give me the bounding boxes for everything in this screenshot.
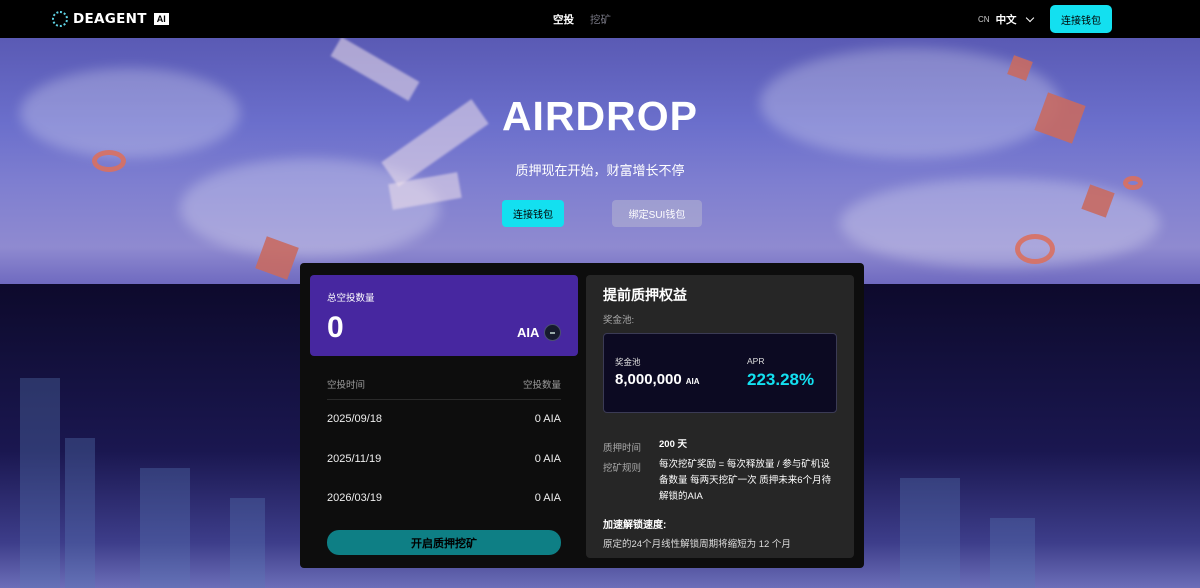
- pool-key: 奖金池: [615, 357, 641, 367]
- mining-rule-key: 挖矿规则: [603, 463, 642, 474]
- building: [990, 518, 1035, 588]
- stake-time-value: 200 天: [659, 439, 687, 450]
- col-airdrop-amount: 空投数量: [522, 380, 561, 391]
- total-airdrop-card: 总空投数量 0 AIA: [310, 275, 578, 356]
- logo-badge: AI: [153, 13, 169, 25]
- token-icon: [544, 324, 561, 341]
- row-amount: 0 AIA: [534, 492, 561, 504]
- chevron-down-icon: [1025, 13, 1034, 22]
- hero-bird: [330, 38, 420, 102]
- mining-rule-value: 每次挖矿奖励 = 每次释放量 / 参与矿机设备数量 每两天挖矿一次 质押未来6个…: [659, 459, 832, 502]
- table-divider: [327, 399, 561, 400]
- building: [20, 378, 60, 588]
- benefits-title: 提前质押权益: [603, 287, 687, 303]
- main-nav: 空投 挖矿: [553, 12, 611, 27]
- start-staking-button[interactable]: 开启质押挖矿: [327, 530, 561, 555]
- nav-mining[interactable]: 挖矿: [590, 12, 611, 27]
- logo-mark-icon: [52, 11, 68, 27]
- accelerate-text: 原定的24个月线性解锁周期将缩短为 12 个月: [603, 539, 791, 550]
- building: [140, 468, 190, 588]
- hero-subtitle: 质押现在开始，财富增长不停: [515, 163, 685, 178]
- total-airdrop-label: 总空投数量: [327, 293, 375, 304]
- apr-value: 223.28%: [747, 370, 815, 389]
- apr-key: APR: [747, 356, 765, 366]
- language-name: 中文: [995, 14, 1017, 26]
- col-airdrop-time: 空投时间: [327, 380, 366, 391]
- table-row: 2025/09/18 0 AIA: [327, 413, 561, 425]
- header-connect-wallet-button[interactable]: 连接钱包: [1050, 5, 1112, 33]
- top-nav-bar: DEAGENT AI 空投 挖矿 CN 中文 连接钱包: [0, 0, 1200, 38]
- building: [65, 438, 95, 588]
- hero-banner: AIRDROP 质押现在开始，财富增长不停 连接钱包 绑定SUI钱包: [0, 38, 1200, 284]
- hero-connect-wallet-button[interactable]: 连接钱包: [502, 200, 564, 227]
- hero-ring: [1015, 234, 1055, 264]
- language-code: CN: [978, 15, 990, 24]
- prize-pool-label: 奖金池:: [603, 315, 635, 326]
- pool-unit: AIA: [685, 377, 700, 386]
- row-amount: 0 AIA: [534, 453, 561, 465]
- logo-text: DEAGENT: [73, 11, 147, 27]
- hero-title: AIRDROP: [501, 93, 699, 139]
- bind-sui-wallet-button[interactable]: 绑定SUI钱包: [612, 200, 702, 227]
- row-date: 2025/09/18: [327, 413, 383, 425]
- pool-amount: 8,000,000: [615, 371, 682, 388]
- nav-airdrop[interactable]: 空投: [553, 12, 574, 27]
- table-row: 2026/03/19 0 AIA: [327, 492, 561, 504]
- prize-pool-box: 奖金池 8,000,000 AIA APR 223.28%: [603, 333, 837, 413]
- row-date: 2025/11/19: [327, 453, 382, 465]
- airdrop-table-header: 空投时间 空投数量: [327, 377, 561, 391]
- pool-value: 8,000,000 AIA: [615, 371, 700, 388]
- stake-time-key: 质押时间: [603, 443, 642, 454]
- building: [900, 478, 960, 588]
- logo[interactable]: DEAGENT AI: [52, 11, 169, 27]
- table-row: 2025/11/19 0 AIA: [327, 453, 561, 465]
- row-amount: 0 AIA: [534, 413, 561, 425]
- language-selector[interactable]: CN 中文: [978, 12, 1034, 27]
- airdrop-summary: 总空投数量 0 AIA 空投时间 空投数量 2025/09/18 0 AIA 2…: [310, 275, 578, 565]
- airdrop-panel: 总空投数量 0 AIA 空投时间 空投数量 2025/09/18 0 AIA 2…: [300, 263, 864, 568]
- accelerate-title: 加速解锁速度:: [603, 520, 667, 531]
- token-unit: AIA: [517, 325, 540, 340]
- total-airdrop-value: 0: [327, 311, 344, 344]
- building: [230, 498, 265, 588]
- row-date: 2026/03/19: [327, 492, 383, 504]
- staking-benefits-card: 提前质押权益 奖金池: 奖金池 8,000,000 AIA APR 223.28%…: [586, 275, 854, 558]
